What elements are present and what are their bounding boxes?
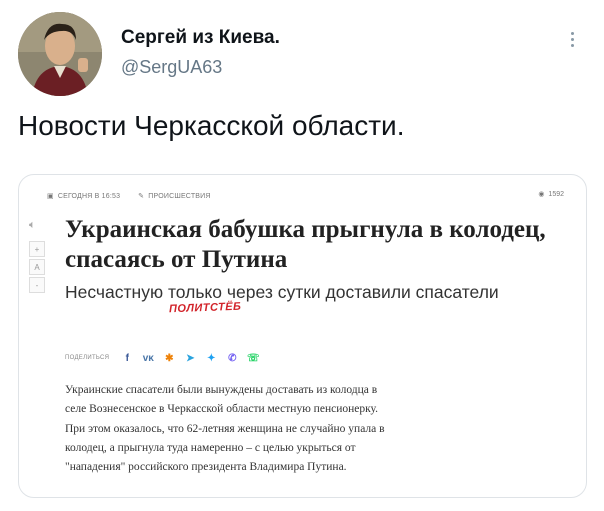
article-body-line: Украинские спасатели были вынуждены дост… [65,384,378,396]
article-body: Украинские спасатели были вынуждены дост… [65,381,555,477]
whatsapp-icon[interactable]: ☏ [246,351,260,365]
article-date: СЕГОДНЯ В 16:53 [57,192,121,200]
tweet-text: Новости Черкасской области. [18,110,405,141]
watermark-stamp: ПОЛИТСТЁБ [168,300,242,316]
facebook-icon[interactable]: f [120,351,134,365]
views-counter: ◉ 1592 [538,190,564,199]
avatar-photo [18,12,102,96]
telegram-icon[interactable]: ➤ [183,351,197,365]
article-body-line: селе Вознесенское в Черкасской области м… [65,403,379,416]
article-body-line: "нападения" российского президента Влади… [65,461,347,474]
more-options-icon[interactable] [562,26,582,52]
twitter-icon[interactable]: ✦ [204,351,218,365]
views-count: 1592 [548,190,564,198]
calendar-icon: ▣ [47,193,54,200]
font-size-tool[interactable]: - [29,277,45,293]
article-body-line: колодец, а прыгнула туда намеренно – с ц… [65,441,356,454]
article-body-line: При этом оказалось, что 62-летняя женщин… [65,422,385,435]
article-subtitle: Несчастную только через сутки доставили … [65,282,499,302]
attached-image[interactable]: ▣ СЕГОДНЯ В 16:53 ✎ ПРОИСШЕСТВИЯ ◉ 1592 … [18,174,587,498]
vk-icon[interactable]: ᴠᴋ [141,351,155,365]
font-size-tool[interactable]: + [29,241,45,257]
author-name[interactable]: Сергей из Киева. [121,27,280,49]
author-handle[interactable]: @SergUA63 [121,57,222,78]
eye-icon: ◉ [538,191,545,198]
ok-icon[interactable]: ✱ [162,351,176,365]
article-tools: 🔈︎ + A - [29,219,45,295]
viber-icon[interactable]: ✆ [225,351,239,365]
share-label: ПОДЕЛИТЬСЯ [65,355,110,361]
speaker-icon: 🔈︎ [29,219,36,231]
article-headline: Украинская бабушка прыгнула в колодец, с… [65,216,546,273]
article-tag: ПРОИСШЕСТВИЯ [148,192,211,200]
article-meta: ▣ СЕГОДНЯ В 16:53 ✎ ПРОИСШЕСТВИЯ [47,192,211,201]
font-size-tool[interactable]: A [29,259,45,275]
avatar[interactable] [18,12,102,96]
pen-icon: ✎ [138,193,145,200]
share-bar: ПОДЕЛИТЬСЯ f ᴠᴋ ✱ ➤ ✦ ✆ ☏ [65,351,260,365]
